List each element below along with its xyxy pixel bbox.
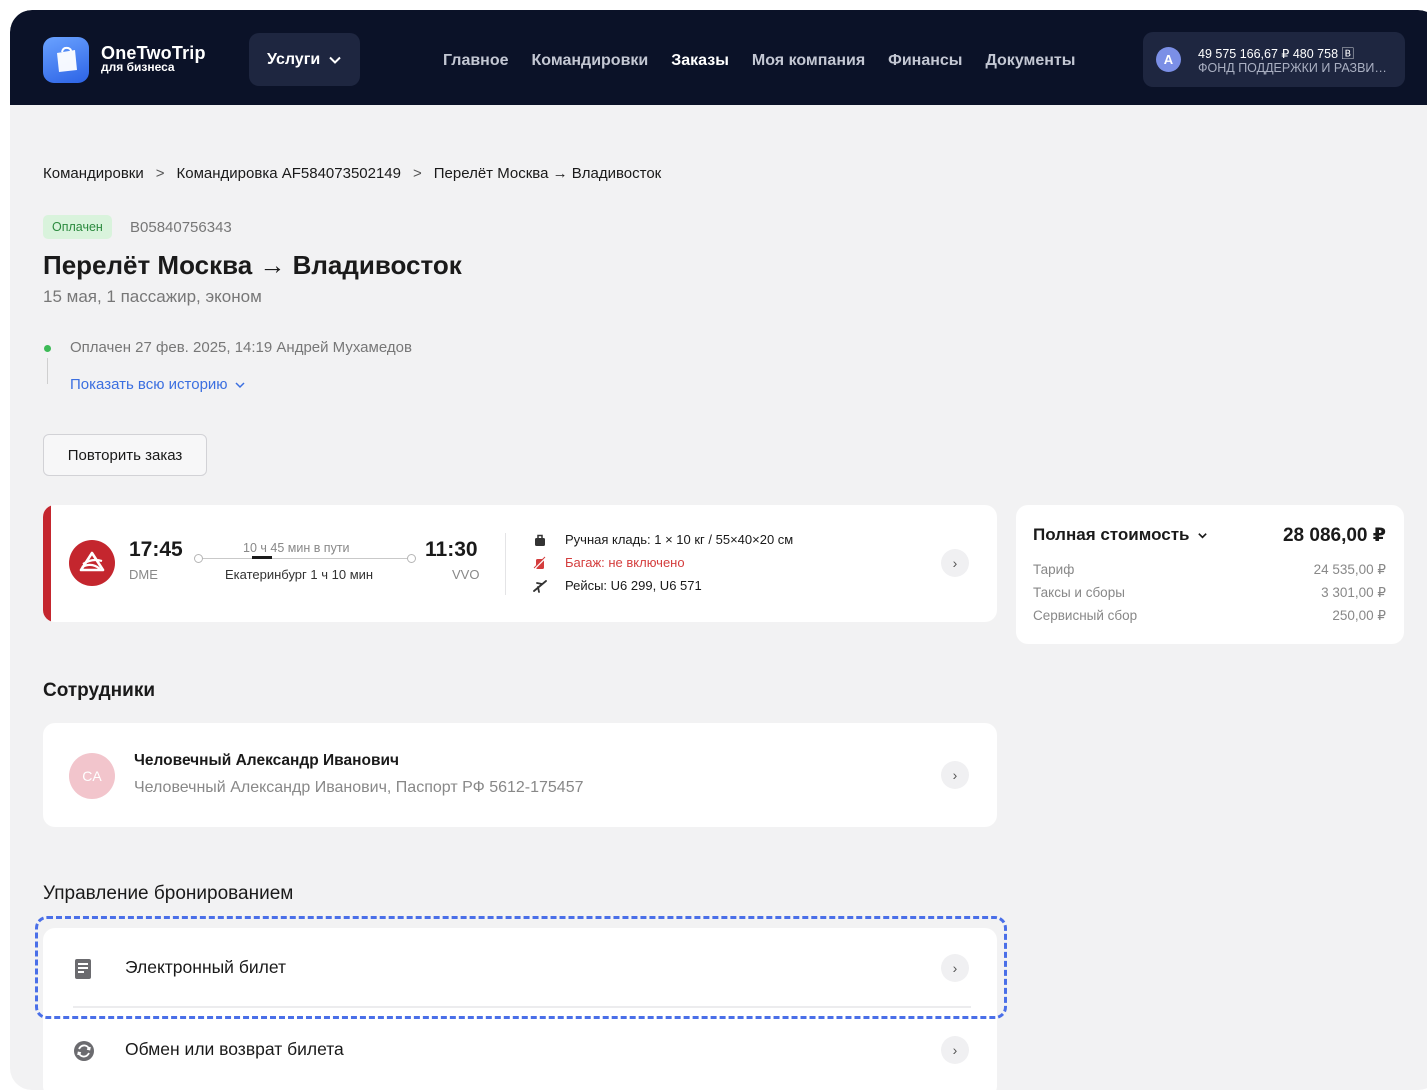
booking-section-title: Управление бронированием [43,883,294,904]
flights-info: Рейсы: U6 299, U6 571 [533,578,702,593]
price-row-value: 24 535,00 ₽ [1313,562,1386,577]
breadcrumb-trip[interactable]: Командировка AF584073502149 [177,165,401,182]
chevron-right-icon: › [952,767,958,783]
exchange-icon [74,1041,94,1061]
employee-details-button[interactable]: › [941,761,969,789]
price-toggle[interactable]: Полная стоимость [1033,525,1208,545]
price-row-value: 3 301,00 ₽ [1321,585,1386,600]
app-window: OneTwoTrip для бизнеса Услуги Главное Ко… [10,10,1427,1090]
baggage-info: Багаж: не включено [533,555,685,570]
baggage-text: Багаж: не включено [565,555,685,570]
flight-duration: 10 ч 45 мин в пути [243,541,350,555]
price-row-label: Таксы и сборы [1033,585,1125,600]
breadcrumb-current: Перелёт Москва → Владивосток [433,165,662,182]
price-row: Сервисный сбор 250,00 ₽ [1033,608,1386,624]
plane-icon [533,579,547,593]
nav-item-company[interactable]: Моя компания [752,52,865,70]
nav-item-documents[interactable]: Документы [985,52,1075,70]
route-stop-marker [252,556,272,559]
airline-logo-icon [79,551,105,572]
flights-text: Рейсы: U6 299, U6 571 [565,578,702,593]
logo-subtitle: для бизнеса [101,60,175,74]
employees-section-title: Сотрудники [43,680,156,701]
top-header: OneTwoTrip для бизнеса Услуги Главное Ко… [10,10,1427,105]
price-title: Полная стоимость [1033,525,1190,544]
price-total: 28 086,00 ₽ [1282,525,1386,546]
avatar: А [1156,47,1181,72]
history-line [47,358,48,384]
status-badge: Оплачен [43,215,112,239]
price-row-value: 250,00 ₽ [1332,608,1386,623]
chevron-right-icon: › [952,555,958,571]
price-card: Полная стоимость 28 086,00 ₽ Тариф 24 53… [1016,505,1404,644]
page-title: Перелёт Москва → Владивосток [43,250,462,280]
arrival-time: 11:30 [425,538,478,561]
history-entry: Оплачен 27 фев. 2025, 14:19 Андрей Мухам… [70,339,412,356]
departure-time: 17:45 [129,538,183,561]
highlight-box [35,916,1007,1019]
balance-text: 49 575 166,67 ₽ 480 758 🄱 [1198,47,1354,61]
hand-luggage-icon [535,534,545,546]
chevron-right-icon: › [952,1042,958,1058]
price-row: Таксы и сборы 3 301,00 ₽ [1033,585,1386,601]
carry-on-text: Ручная кладь: 1 × 10 кг / 55×40×20 см [565,532,794,547]
account-menu[interactable]: А 49 575 166,67 ₽ 480 758 🄱 ФОНД ПОДДЕРЖ… [1143,32,1405,87]
arrival-airport: VVO [452,567,480,582]
company-name: ФОНД ПОДДЕРЖКИ И РАЗВИТИЯ [1198,61,1393,75]
show-history-label: Показать всю историю [70,376,228,393]
nav-item-finance[interactable]: Финансы [888,52,962,70]
price-row: Тариф 24 535,00 ₽ [1033,562,1386,578]
route-line [197,558,413,559]
price-row-label: Тариф [1033,562,1075,577]
avatar: CA [69,753,115,799]
services-label: Услуги [267,50,321,68]
chevron-down-icon [329,56,341,64]
divider [505,533,506,595]
exchange-refund-chevron[interactable]: › [941,1036,969,1064]
employee-name: Человечный Александр Иванович [134,752,399,769]
briefcase-icon [57,46,77,72]
route-start-dot [194,554,203,563]
nav-item-main[interactable]: Главное [443,52,509,70]
exchange-refund-label: Обмен или возврат билета [125,1039,344,1059]
chevron-right-icon: > [155,165,165,182]
employee-document: Человечный Александр Иванович, Паспорт Р… [134,779,584,796]
main-nav: Главное Командировки Заказы Моя компания… [443,52,1075,70]
chevron-right-icon: > [413,165,422,182]
chevron-down-icon [1198,532,1208,539]
stopover-text: Екатеринбург 1 ч 10 мин [225,567,374,582]
carry-on-info: Ручная кладь: 1 × 10 кг / 55×40×20 см [533,532,793,547]
flight-card[interactable]: 17:45 DME 10 ч 45 мин в пути Екатеринбур… [43,505,997,622]
route-end-dot [407,554,416,563]
departure-airport: DME [129,567,158,582]
chevron-down-icon [235,381,245,388]
exchange-refund-item[interactable]: Обмен или возврат билета › [43,1010,997,1090]
logo-icon[interactable] [43,37,89,83]
show-history-link[interactable]: Показать всю историю [70,376,246,393]
airline-accent-bar [43,505,51,622]
breadcrumb-trips[interactable]: Командировки [43,165,144,182]
history-status-dot [44,345,51,352]
nav-item-orders[interactable]: Заказы [671,52,729,70]
no-baggage-icon [533,555,547,570]
price-row-label: Сервисный сбор [1033,608,1138,623]
airline-logo [69,540,115,586]
repeat-order-button[interactable]: Повторить заказ [43,434,207,476]
employee-card[interactable]: CA Человечный Александр Иванович Человеч… [43,723,997,827]
flight-details-button[interactable]: › [941,549,969,577]
order-subtitle: 15 мая, 1 пассажир, эконом [43,287,262,306]
nav-item-trips[interactable]: Командировки [532,52,649,70]
breadcrumb: Командировки > Командировка AF5840735021… [43,165,661,182]
services-dropdown-button[interactable]: Услуги [249,33,360,86]
order-id: B05840756343 [130,219,232,236]
